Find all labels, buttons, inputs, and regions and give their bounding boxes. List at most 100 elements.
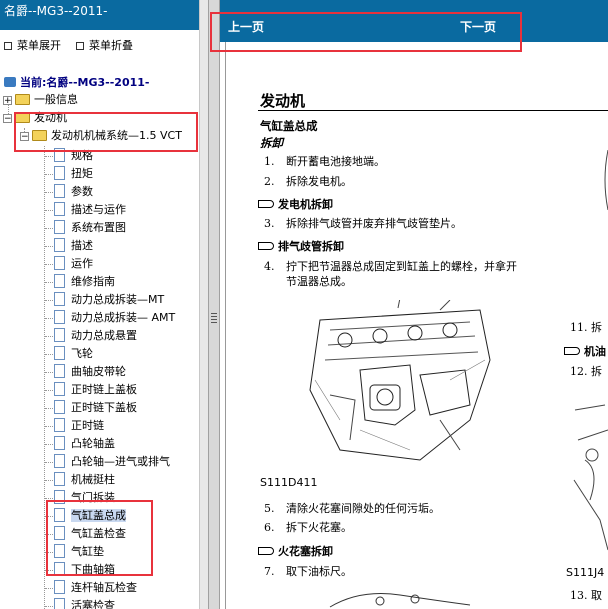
collapse-toggle-icon[interactable]: − — [20, 132, 29, 142]
document-icon — [54, 292, 65, 306]
tree-leaf[interactable]: 曲轴皮带轮 — [54, 363, 126, 381]
ref-link[interactable]: 发电机拆卸 — [258, 196, 333, 212]
ref-link[interactable]: 机油 — [564, 343, 606, 359]
tree-leaf[interactable]: 描述 — [54, 237, 93, 255]
document-icon — [54, 472, 65, 486]
document-icon — [54, 544, 65, 558]
document-icon — [54, 184, 65, 198]
tree-leaf[interactable]: 正时链上盖板 — [54, 381, 137, 399]
document-icon — [54, 166, 65, 180]
expand-toggle-icon[interactable]: + — [3, 96, 12, 106]
tree-leaf[interactable]: 维修指南 — [54, 273, 115, 291]
document-icon — [54, 364, 65, 378]
step-item: 5. 清除火花塞间隙处的任何污垢。 — [264, 502, 440, 515]
tree-leaf[interactable]: 气门拆装 — [54, 489, 115, 507]
document-icon — [54, 436, 65, 450]
current-manual-link[interactable]: 当前:名爵--MG3--2011- — [4, 76, 149, 90]
document-icon — [54, 490, 65, 504]
document-icon — [54, 220, 65, 234]
tree-leaf[interactable]: 凸轮轴盖 — [54, 435, 115, 453]
tree-leaf[interactable]: 规格 — [54, 147, 93, 165]
tree-leaf[interactable]: 运作 — [54, 255, 93, 273]
step-item: 7. 取下油标尺。 — [264, 565, 352, 578]
document-icon — [54, 508, 65, 522]
ref-link[interactable]: 火花塞拆卸 — [258, 543, 333, 559]
tree-leaf[interactable]: 系统布置图 — [54, 219, 126, 237]
lower-figure-fragment — [329, 593, 471, 608]
tree-leaf[interactable]: 正时链 — [54, 417, 104, 435]
ref-link[interactable]: 排气歧管拆卸 — [258, 238, 344, 254]
tree-leaf[interactable]: 正时链下盖板 — [54, 399, 137, 417]
tree-leaf[interactable]: 活塞检查 — [54, 597, 115, 609]
tree-leaf[interactable]: 动力总成拆装— AMT — [54, 309, 175, 327]
pane-splitter[interactable] — [208, 0, 220, 609]
section-heading: 气缸盖总成 — [260, 119, 318, 133]
step-item: 节温器总成。 — [286, 275, 352, 288]
document-icon — [54, 310, 65, 324]
document-icon — [54, 328, 65, 342]
next-page-link[interactable]: 下一页 — [460, 18, 496, 35]
figure-caption: S111D411 — [260, 476, 318, 489]
hand-pointer-icon — [564, 347, 580, 355]
right-figure-fragment — [604, 150, 608, 210]
document-icon — [54, 598, 65, 609]
step-item: 12. 拆 — [570, 365, 602, 378]
tree-leaf[interactable]: 连杆轴瓦检查 — [54, 579, 137, 597]
document-icon — [54, 274, 65, 288]
doc-title: 发动机 — [260, 92, 306, 110]
collapse-toggle-icon[interactable]: − — [3, 114, 12, 124]
document-icon — [54, 202, 65, 216]
document-icon — [54, 526, 65, 540]
step-item: 3. 拆除排气歧管并废弃排气歧管垫片。 — [264, 217, 462, 230]
tree-leaf[interactable]: 飞轮 — [54, 345, 93, 363]
collapse-all-button[interactable]: 菜单折叠 — [76, 38, 133, 54]
title-divider — [258, 110, 608, 111]
expand-all-button[interactable]: 菜单展开 — [4, 38, 61, 54]
document-icon — [54, 400, 65, 414]
tree-node-engine-mechanical[interactable]: − 发动机机械系统—1.5 VCT — [20, 127, 182, 145]
tree-leaf[interactable]: 扭矩 — [54, 165, 93, 183]
tree-pane: 名爵--MG3--2011- 菜单展开 菜单折叠 当前:名爵--MG3--201… — [0, 0, 199, 609]
tree-leaf[interactable]: 气缸盖检查 — [54, 525, 126, 543]
tree-leaf[interactable]: 动力总成悬置 — [54, 327, 137, 345]
step-item: 11. 拆 — [570, 321, 602, 334]
hand-pointer-icon — [258, 547, 274, 555]
document-icon — [54, 238, 65, 252]
document-pane: 上一页 下一页 发动机 气缸盖总成 拆卸 1. 断开蓄电池接地端。 2. 拆除发电机… — [220, 0, 608, 609]
prev-page-link[interactable]: 上一页 — [228, 18, 264, 35]
folder-icon — [15, 94, 30, 105]
engine-figure — [309, 300, 491, 461]
right-figure-fragment — [573, 404, 608, 551]
document-icon — [54, 580, 65, 594]
page-nav-bar: 上一页 下一页 — [220, 0, 608, 42]
step-item: 2. 拆除发电机。 — [264, 175, 352, 188]
hand-pointer-icon — [258, 242, 274, 250]
tree-pane-title: 名爵--MG3--2011- — [0, 0, 199, 30]
open-folder-icon — [32, 130, 47, 141]
document-icon — [54, 562, 65, 576]
tree-leaf[interactable]: 动力总成拆装—MT — [54, 291, 164, 309]
splitter-grip-icon[interactable] — [211, 313, 217, 325]
tree-leaf[interactable]: 机械挺柱 — [54, 471, 115, 489]
expand-icon — [4, 42, 12, 50]
tree-leaf[interactable]: 描述与运作 — [54, 201, 126, 219]
document-icon — [54, 346, 65, 360]
book-icon — [4, 77, 16, 87]
page-edge — [225, 42, 226, 609]
step-item: 6. 拆下火花塞。 — [264, 521, 352, 534]
tree-leaf[interactable]: 凸轮轴—进气或排气 — [54, 453, 170, 471]
tree-node-general-info[interactable]: + 一般信息 — [3, 91, 78, 109]
step-item: 1. 断开蓄电池接地端。 — [264, 155, 385, 168]
tree-leaf[interactable]: 参数 — [54, 183, 93, 201]
document-icon — [54, 256, 65, 270]
tree-leaf[interactable]: 气缸盖总成 — [54, 507, 126, 525]
document-icon — [54, 418, 65, 432]
tree-leaf[interactable]: 下曲轴箱 — [54, 561, 115, 579]
tree-scrollbar[interactable] — [199, 0, 208, 609]
open-folder-icon — [15, 112, 30, 123]
document-icon — [54, 454, 65, 468]
collapse-icon — [76, 42, 84, 50]
step-item: 4. 拧下把节温器总成固定到缸盖上的螺栓，并拿开 — [264, 260, 517, 273]
tree-node-engine[interactable]: − 发动机 — [3, 109, 67, 127]
tree-leaf[interactable]: 气缸垫 — [54, 543, 104, 561]
